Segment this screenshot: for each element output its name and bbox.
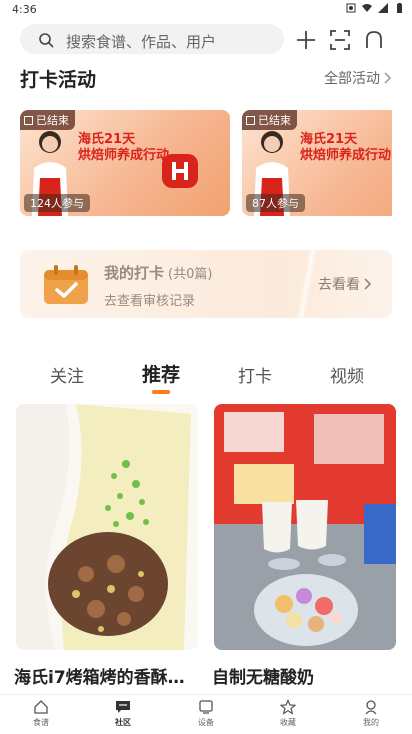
campaign-title: 海氏21天 烘焙师养成行动 [78, 132, 169, 164]
search-placeholder: 搜索食谱、作品、用户 [66, 33, 217, 51]
feed-card[interactable]: 自制无糖酸奶 [212, 404, 396, 688]
search-row: 搜索食谱、作品、用户 [20, 24, 392, 54]
chat-icon [116, 701, 130, 713]
device-icon [199, 700, 213, 714]
feed-card[interactable]: 海氏i7烤箱烤的香酥… [14, 404, 198, 688]
search-input[interactable]: 搜索食谱、作品、用户 [20, 24, 284, 54]
mascot-logo-icon [162, 154, 198, 188]
my-checkin-subtitle: 去查看审核记录 [104, 294, 196, 309]
section-title: 打卡活动 [20, 69, 97, 91]
status-icons [346, 3, 404, 13]
ended-badge-label: 已结束 [36, 114, 69, 127]
scan-icon[interactable] [328, 28, 352, 52]
home-icon [34, 700, 48, 714]
campaign-title-line2: 烘焙师养成行动 [78, 148, 170, 163]
recipe-photo [214, 404, 396, 650]
my-checkin-title-text: 我的打卡 [104, 264, 165, 282]
my-checkin-card[interactable]: 我的打卡 (共0篇) 去查看审核记录 去看看 [20, 250, 392, 318]
checkin-activity-header: 打卡活动 全部活动 [20, 62, 392, 92]
all-activities-link[interactable]: 全部活动 [324, 68, 392, 88]
nav-item-community[interactable]: 社区 [103, 699, 143, 733]
campaign-card[interactable]: 海氏21天 烘焙师养成行动 已结束 87人参与 [242, 110, 392, 216]
calendar-check-icon [44, 265, 88, 304]
nav-item-profile[interactable]: 我的 [351, 699, 391, 733]
chevron-right-icon [384, 72, 392, 84]
feed-grid: 海氏i7烤箱烤的香酥… 自制无糖酸奶 [0, 404, 412, 694]
search-icon [39, 33, 54, 48]
campaign-carousel[interactable]: 海氏21天 烘焙师养成行动 已结束 124人参与 海氏21天 烘焙师养成行动 已… [20, 110, 392, 216]
feed-title: 海氏i7烤箱烤的香酥… [14, 668, 185, 688]
nav-item-recipes[interactable]: 食谱 [21, 699, 61, 733]
nav-label: 我的 [363, 718, 379, 727]
screen-record-icon [346, 3, 356, 13]
tab-following[interactable]: 关注 [50, 362, 84, 387]
bottom-nav: 食谱 社区 设备 收藏 我的 [0, 694, 412, 734]
campaign-title-line1: 海氏21天 [78, 132, 136, 147]
signal-icon [378, 3, 388, 13]
status-bar: 4:36 [0, 0, 412, 20]
recipe-photo [16, 404, 198, 650]
status-time: 4:36 [12, 3, 37, 16]
tab-recommended[interactable]: 推荐 [142, 360, 180, 387]
campaign-title-line2: 烘焙师养成行动 [300, 148, 392, 163]
view-checkin-button[interactable]: 去看看 [318, 274, 372, 294]
nav-label: 社区 [115, 718, 131, 727]
participant-count: 124人参与 [24, 194, 90, 212]
ended-badge-label: 已结束 [258, 114, 291, 127]
battery-icon [397, 3, 402, 13]
ended-badge: 已结束 [242, 110, 297, 130]
profile-icon [365, 700, 377, 715]
nav-item-devices[interactable]: 设备 [186, 699, 226, 733]
campaign-title: 海氏21天 烘焙师养成行动 [300, 132, 391, 164]
tab-indicator [152, 390, 170, 394]
campaign-card[interactable]: 海氏21天 烘焙师养成行动 已结束 124人参与 [20, 110, 230, 216]
nav-label: 设备 [198, 718, 214, 727]
campaign-title-line1: 海氏21天 [300, 132, 358, 147]
nav-label: 收藏 [280, 718, 296, 727]
nav-item-favorites[interactable]: 收藏 [268, 699, 308, 733]
feed-title: 自制无糖酸奶 [212, 668, 314, 688]
bell-icon[interactable] [362, 28, 386, 52]
chevron-right-icon [364, 278, 372, 290]
wifi-icon [362, 4, 372, 12]
participant-count: 87人参与 [246, 194, 305, 212]
nav-label: 食谱 [33, 718, 49, 727]
tab-video[interactable]: 视频 [330, 362, 364, 387]
add-icon[interactable] [294, 28, 318, 52]
my-checkin-title: 我的打卡 (共0篇) [104, 262, 212, 283]
star-icon [280, 699, 296, 715]
feed-tabs: 关注 推荐 打卡 视频 [0, 360, 412, 396]
view-checkin-label: 去看看 [318, 277, 360, 293]
all-activities-label: 全部活动 [324, 71, 380, 87]
my-checkin-count: (共0篇) [168, 267, 213, 282]
tab-checkin[interactable]: 打卡 [238, 362, 272, 387]
ended-badge: 已结束 [20, 110, 75, 130]
